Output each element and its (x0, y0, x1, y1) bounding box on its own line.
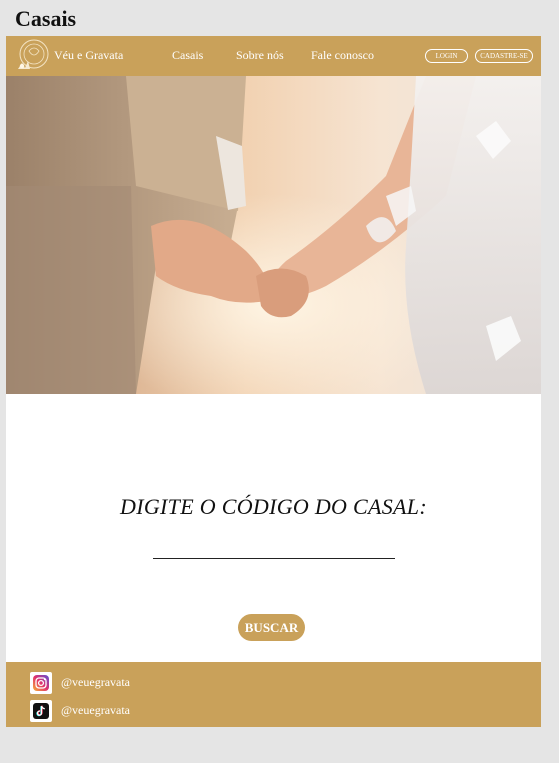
couple-code-input[interactable] (153, 536, 395, 559)
hero-image (6, 76, 541, 394)
logo-icon[interactable] (14, 39, 50, 73)
nav-link-casais[interactable]: Casais (172, 48, 203, 63)
signup-button[interactable]: CADASTRE-SE (475, 49, 533, 63)
tiktok-icon (30, 700, 52, 722)
navbar: Véu e Gravata Casais Sobre nós Fale cono… (6, 36, 541, 76)
search-button[interactable]: BUSCAR (238, 614, 305, 641)
brand-name[interactable]: Véu e Gravata (54, 48, 123, 63)
footer: @veuegravata @veuegravata (6, 662, 541, 727)
instagram-handle[interactable]: @veuegravata (61, 675, 130, 690)
nav-link-fale-conosco[interactable]: Fale conosco (311, 48, 374, 63)
login-button[interactable]: LOGIN (425, 49, 468, 63)
page-title: Casais (15, 6, 77, 31)
site-frame: Véu e Gravata Casais Sobre nós Fale cono… (6, 36, 541, 727)
couple-code-label: DIGITE O CÓDIGO DO CASAL: (120, 494, 427, 519)
instagram-icon (30, 672, 52, 694)
tiktok-handle[interactable]: @veuegravata (61, 703, 130, 718)
nav-link-sobre-nos[interactable]: Sobre nós (236, 48, 284, 63)
